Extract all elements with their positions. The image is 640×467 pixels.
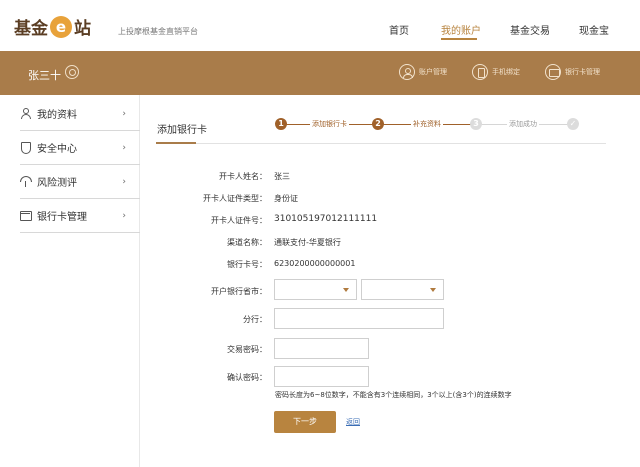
account-band: 张三十 账户管理 手机绑定 银行卡管理: [0, 51, 640, 95]
card-icon: [545, 64, 561, 80]
nav-active-underline: [441, 38, 477, 40]
phone-icon: [472, 64, 488, 80]
next-step-button[interactable]: 下一步: [274, 411, 336, 433]
city-select[interactable]: [361, 279, 444, 300]
chevron-down-icon: [430, 288, 436, 292]
id-number-label: 开卡人证件号：: [211, 216, 267, 225]
user-circle-icon: [399, 64, 415, 80]
bank-card-manage-link[interactable]: 银行卡管理: [545, 64, 600, 80]
branch-label: 分行：: [243, 315, 267, 324]
card-number-value: 6230200000000001: [274, 259, 356, 268]
step-dot-1: 1: [275, 118, 287, 130]
bank-card-manage-label: 银行卡管理: [565, 68, 600, 76]
logo-mark: e: [50, 15, 72, 38]
site-logo[interactable]: 基金 e 站: [14, 14, 91, 39]
umbrella-icon: [20, 176, 32, 187]
holder-name-value: 张三: [274, 172, 290, 181]
settings-gear-icon[interactable]: [65, 65, 79, 79]
id-number-value: 310105197012111111: [274, 214, 378, 224]
nav-cash-treasure[interactable]: 现金宝: [579, 22, 609, 37]
step-label-3: 添加成功: [507, 119, 539, 129]
sidebar-item-label: 安全中心: [37, 144, 77, 155]
chevron-right-icon: ›: [122, 177, 126, 187]
sidebar-item-label: 银行卡管理: [37, 212, 87, 223]
sidebar-item-risk-assessment[interactable]: 风险测评 ›: [20, 165, 140, 199]
trade-password-input[interactable]: [274, 338, 369, 359]
top-header: 基金 e 站 上投摩根基金直销平台 首页 我的账户 基金交易 现金宝: [0, 0, 640, 50]
confirm-password-input[interactable]: [274, 366, 369, 387]
user-icon: [20, 108, 31, 119]
sidebar-item-security[interactable]: 安全中心 ›: [20, 131, 140, 165]
sidebar-item-label: 我的资料: [37, 110, 77, 121]
chevron-down-icon: [343, 288, 349, 292]
sidebar: 我的资料 › 安全中心 › 风险测评 › 银行卡管理 ›: [0, 95, 140, 467]
step-dot-done-check-icon: ✓: [567, 118, 579, 130]
holder-name-label: 开卡人姓名：: [219, 172, 267, 181]
id-type-value: 身份证: [274, 194, 298, 203]
back-link[interactable]: 返回: [346, 417, 360, 427]
nav-my-account[interactable]: 我的账户: [441, 22, 481, 37]
username: 张三十: [28, 69, 61, 82]
chevron-right-icon: ›: [122, 109, 126, 119]
step-dot-2: 2: [372, 118, 384, 130]
nav-fund-trading[interactable]: 基金交易: [510, 22, 550, 37]
channel-value: 通联支付-华夏银行: [274, 238, 341, 247]
chevron-right-icon: ›: [122, 211, 126, 221]
chevron-right-icon: ›: [122, 143, 126, 153]
trade-password-label: 交易密码：: [227, 345, 267, 354]
id-type-label: 开卡人证件类型：: [203, 194, 267, 203]
branch-input[interactable]: [274, 308, 444, 329]
step-dot-3: 3: [470, 118, 482, 130]
page-title: 添加银行卡: [157, 125, 207, 136]
account-manage-label: 账户管理: [419, 68, 447, 76]
shield-icon: [20, 142, 31, 154]
phone-bind-label: 手机绑定: [492, 68, 520, 76]
logo-text-part1: 基金: [14, 19, 48, 39]
logo-text-part2: 站: [74, 19, 91, 39]
password-hint: 密码长度为6~8位数字，不能含有3个连续相同，3个以上(含3个)的连续数字: [275, 391, 512, 399]
step-label-2: 补充资料: [411, 119, 443, 129]
phone-bind-link[interactable]: 手机绑定: [472, 64, 520, 80]
card-icon: [20, 210, 32, 221]
card-number-label: 银行卡号：: [227, 260, 267, 269]
confirm-password-label: 确认密码：: [227, 373, 267, 382]
account-manage-link[interactable]: 账户管理: [399, 64, 447, 80]
title-divider: [156, 143, 606, 144]
sidebar-item-profile[interactable]: 我的资料 ›: [20, 97, 140, 131]
site-tagline: 上投摩根基金直销平台: [118, 27, 198, 36]
step-label-1: 添加银行卡: [310, 119, 349, 129]
sidebar-item-bank-cards[interactable]: 银行卡管理 ›: [20, 199, 140, 233]
title-accent-bar: [156, 142, 196, 144]
channel-label: 渠道名称：: [227, 238, 267, 247]
nav-home[interactable]: 首页: [389, 22, 409, 37]
province-city-label: 开户银行省市：: [211, 287, 267, 296]
province-select[interactable]: [274, 279, 357, 300]
sidebar-item-label: 风险测评: [37, 178, 77, 189]
